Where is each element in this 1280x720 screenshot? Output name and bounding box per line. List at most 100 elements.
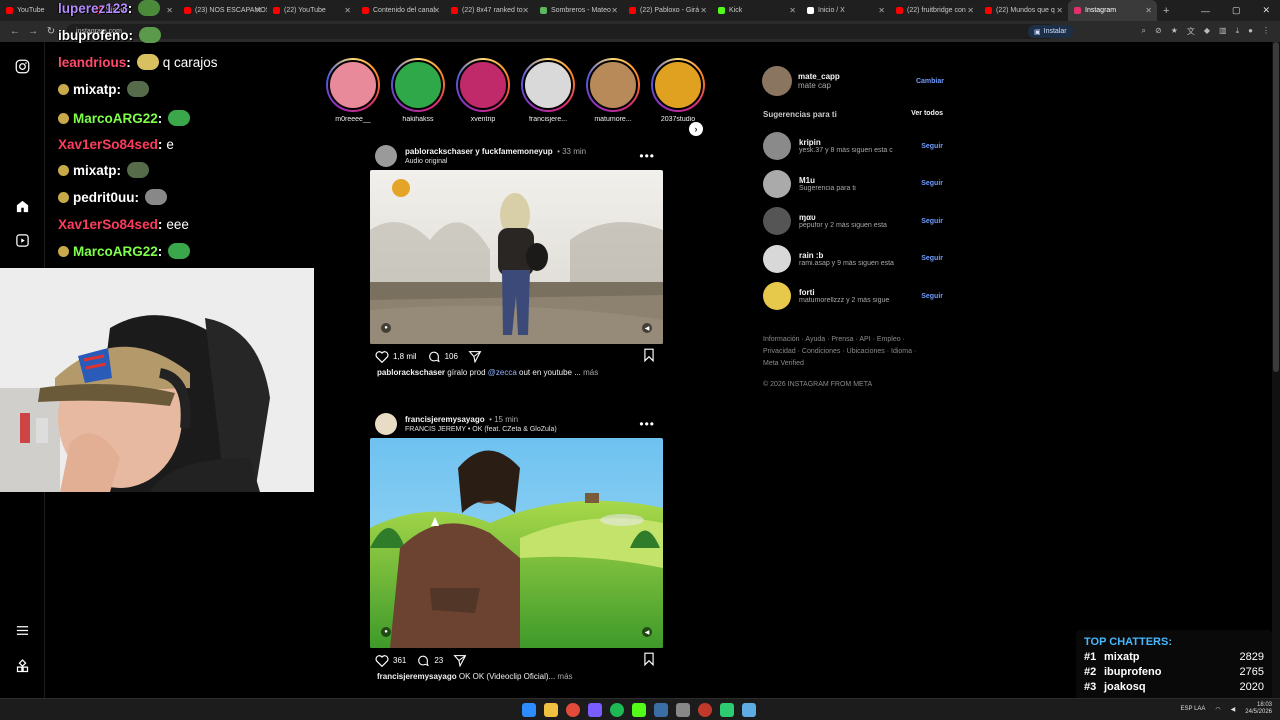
zoom-icon[interactable]: ⌕ xyxy=(1142,26,1146,37)
share-button[interactable] xyxy=(453,654,467,667)
save-button[interactable] xyxy=(643,348,655,364)
follow-button[interactable]: Seguir xyxy=(921,255,943,262)
suggestion-username[interactable]: rain :b xyxy=(799,251,913,260)
suggestion-avatar[interactable] xyxy=(763,244,791,273)
maximize-icon[interactable]: ▢ xyxy=(1232,5,1241,16)
follow-button[interactable]: Seguir xyxy=(921,180,943,187)
download-icon[interactable]: ⤓ xyxy=(1236,26,1240,37)
post-username[interactable]: francisjeremysayago xyxy=(405,415,485,424)
tab-close-icon[interactable]: ✕ xyxy=(611,6,618,15)
suggestion-avatar[interactable] xyxy=(763,282,791,310)
url-input[interactable]: instagram.com xyxy=(66,24,1056,39)
new-tab-icon[interactable]: + xyxy=(1163,5,1169,17)
menu-icon[interactable]: ⋮ xyxy=(1262,26,1270,37)
mute-icon[interactable]: ◀ xyxy=(642,627,652,637)
forward-icon[interactable]: → xyxy=(24,26,42,37)
steam-icon[interactable] xyxy=(654,703,668,717)
tab-close-icon[interactable]: ✕ xyxy=(878,6,885,15)
volume-icon[interactable]: ◀ xyxy=(1231,706,1236,713)
browser-tab[interactable]: (22) YouTube ✕ xyxy=(267,0,356,21)
post-audio[interactable]: Audio original xyxy=(405,157,639,167)
tab-close-icon[interactable]: ✕ xyxy=(255,6,262,15)
suggestion-username[interactable]: M1u xyxy=(799,176,913,185)
story-item[interactable]: m0reeee__ xyxy=(326,58,380,123)
tab-close-icon[interactable]: ✕ xyxy=(967,6,974,15)
caption-more-link[interactable]: más xyxy=(583,368,598,377)
app-icon[interactable] xyxy=(676,703,690,717)
footer-links[interactable]: Información · Ayuda · Prensa · API · Emp… xyxy=(763,334,933,370)
wifi-icon[interactable]: ◠ xyxy=(1215,706,1220,713)
clock[interactable]: 18:03 24/5/2026 xyxy=(1245,702,1272,716)
post-avatar[interactable] xyxy=(375,413,397,435)
close-window-icon[interactable]: ✕ xyxy=(1262,5,1270,16)
suggestion-avatar[interactable] xyxy=(763,169,791,198)
scrollbar-thumb[interactable] xyxy=(1273,42,1279,372)
also-from-meta-icon[interactable] xyxy=(14,658,30,674)
tab-close-icon[interactable]: ✕ xyxy=(344,6,351,15)
post-video[interactable]: ● ◀ xyxy=(370,170,663,344)
profile-icon[interactable]: ● xyxy=(1248,26,1253,37)
more-options-icon[interactable]: ••• xyxy=(639,417,655,431)
comment-button[interactable]: 106 xyxy=(427,350,458,363)
bookmark-star-icon[interactable]: ★ xyxy=(1171,26,1178,37)
browser-tab[interactable]: (22) Pabloxo - Girá ✕ xyxy=(623,0,712,21)
translate-icon[interactable]: 文 xyxy=(1187,26,1195,37)
follow-button[interactable]: Seguir xyxy=(921,143,943,150)
save-button[interactable] xyxy=(643,652,655,668)
browser-tab[interactable]: (23) NOS ESCAPAMOS ✕ xyxy=(178,0,267,21)
tab-close-icon[interactable]: ✕ xyxy=(789,6,796,15)
story-item[interactable]: matumore... xyxy=(586,58,640,123)
install-app-button[interactable]: ▣ Instalar xyxy=(1028,25,1073,38)
file-explorer-icon[interactable] xyxy=(544,703,558,717)
browser-tab[interactable]: (22) 8x47 ranked to ✕ xyxy=(445,0,534,21)
post-avatar[interactable] xyxy=(375,145,397,167)
browser-tab[interactable]: (22) fruitbridge con ✕ xyxy=(890,0,979,21)
suggestion-username[interactable]: kripin xyxy=(799,138,913,147)
home-icon[interactable] xyxy=(14,198,30,214)
stories-next-button[interactable]: › xyxy=(689,122,703,136)
eye-off-icon[interactable]: ⊘ xyxy=(1155,26,1162,37)
browser-tab[interactable]: Kick ✕ xyxy=(712,0,801,21)
obs-icon[interactable] xyxy=(698,703,712,717)
discord-icon[interactable] xyxy=(588,703,602,717)
tab-close-icon[interactable]: ✕ xyxy=(522,6,529,15)
see-all-button[interactable]: Ver todos xyxy=(911,110,943,119)
reels-icon[interactable] xyxy=(14,232,30,248)
more-options-icon[interactable]: ••• xyxy=(639,149,655,163)
like-button[interactable]: 361 xyxy=(375,654,406,667)
story-item[interactable]: hakihakss xyxy=(391,58,445,123)
suggestion-username[interactable]: forti xyxy=(799,288,913,297)
tab-close-icon[interactable]: ✕ xyxy=(166,6,173,15)
extension-icon[interactable]: ◆ xyxy=(1204,26,1210,37)
browser-tab[interactable]: Sombreros - Mateo ✕ xyxy=(534,0,623,21)
comment-button[interactable]: 23 xyxy=(416,654,443,667)
tab-close-icon[interactable]: ✕ xyxy=(1056,6,1063,15)
story-item[interactable]: francisjere... xyxy=(521,58,575,123)
app-icon[interactable] xyxy=(720,703,734,717)
caption-more-link[interactable]: más xyxy=(557,672,572,681)
start-icon[interactable] xyxy=(522,703,536,717)
scrollbar[interactable] xyxy=(1272,42,1280,698)
kick-icon[interactable] xyxy=(632,703,646,717)
post-audio[interactable]: FRANCIS JEREMY • OK (feat. CZeta & GloZu… xyxy=(405,425,639,435)
spotify-icon[interactable] xyxy=(610,703,624,717)
share-button[interactable] xyxy=(468,350,482,363)
browser-tab[interactable]: (22) Mundos que q ✕ xyxy=(979,0,1068,21)
caption-username[interactable]: pablorackschaser xyxy=(377,368,445,377)
language-indicator[interactable]: ESP LAA xyxy=(1181,706,1206,712)
suggestion-avatar[interactable] xyxy=(763,207,791,235)
instagram-logo-icon[interactable] xyxy=(14,58,30,74)
like-button[interactable]: 1,8 mil xyxy=(375,350,417,363)
browser-tab[interactable]: Instagram ✕ xyxy=(1068,0,1157,21)
tab-close-icon[interactable]: ✕ xyxy=(700,6,707,15)
back-icon[interactable]: ← xyxy=(6,26,24,37)
post-video[interactable]: ● ◀ xyxy=(370,438,663,648)
switch-account-button[interactable]: Cambiar xyxy=(916,78,944,85)
story-item[interactable]: xventrip xyxy=(456,58,510,123)
suggestion-avatar[interactable] xyxy=(763,132,791,160)
chrome-icon[interactable] xyxy=(566,703,580,717)
browser-tab[interactable]: Inicio / X ✕ xyxy=(801,0,890,21)
mute-icon[interactable]: ◀ xyxy=(642,323,652,333)
suggestion-username[interactable]: ɱαυ xyxy=(799,213,913,222)
tab-close-icon[interactable]: ✕ xyxy=(433,6,440,15)
